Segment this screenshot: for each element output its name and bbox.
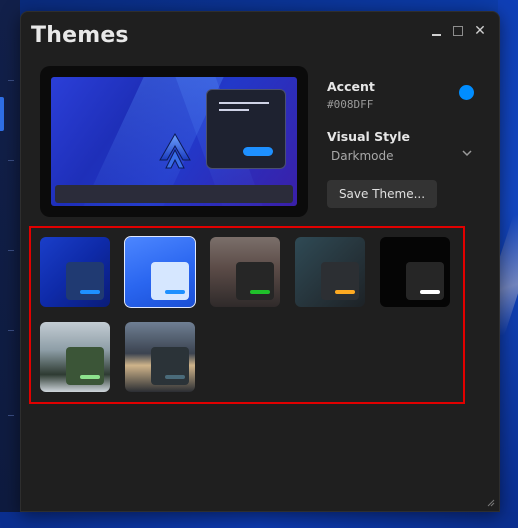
window-controls: ✕ [429, 23, 487, 39]
desktop-left-selection-indicator [0, 97, 4, 131]
theme-card-preview [321, 262, 359, 300]
visual-style-label: Visual Style [327, 129, 411, 144]
preview-desktop [51, 77, 297, 206]
theme-card-preview [151, 347, 189, 385]
theme-accent-pill [80, 290, 100, 294]
theme-accent-pill [420, 290, 440, 294]
maximize-icon [453, 26, 463, 36]
theme-card-preview [66, 347, 104, 385]
close-button[interactable]: ✕ [473, 23, 487, 39]
minimize-button[interactable] [429, 24, 443, 38]
desktop-left-tick [8, 80, 14, 81]
theme-city-canal[interactable] [210, 237, 280, 307]
desktop-bottom-background [0, 512, 518, 528]
desktop-left-tick [8, 330, 14, 331]
theme-preview [40, 66, 308, 217]
maximize-button[interactable] [451, 24, 465, 38]
preview-text-line [219, 102, 269, 104]
theme-card-preview [236, 262, 274, 300]
theme-accent-pill [165, 375, 185, 379]
theme-accent-pill [80, 375, 100, 379]
desktop-left-tick [8, 250, 14, 251]
theme-card-preview [406, 262, 444, 300]
theme-accent-pill [335, 290, 355, 294]
theme-sunset-water[interactable] [125, 322, 195, 392]
desktop-left-tick [8, 415, 14, 416]
preview-mini-window [206, 89, 286, 169]
visual-style-dropdown[interactable]: Darkmode [331, 149, 394, 163]
theme-light-blue[interactable] [124, 236, 196, 308]
themes-window: Themes ✕ Accent #008DFF Visual Style Dar… [20, 11, 500, 512]
theme-accent-pill [165, 290, 185, 294]
desktop-right-background [474, 0, 518, 528]
window-title: Themes [31, 23, 129, 48]
resize-grip-icon[interactable] [487, 499, 495, 507]
theme-blue-waves[interactable] [40, 237, 110, 307]
theme-card-preview [151, 262, 189, 300]
accent-label: Accent [327, 79, 375, 94]
theme-card-preview [66, 262, 104, 300]
chevron-down-icon[interactable] [461, 147, 473, 159]
close-icon: ✕ [474, 23, 486, 39]
preview-logo-chevron-icon [159, 132, 191, 169]
preview-taskbar [55, 185, 293, 203]
theme-snowy-forest[interactable] [40, 322, 110, 392]
preview-accent-pill [243, 147, 273, 156]
accent-hex-value: #008DFF [327, 98, 374, 111]
theme-black[interactable] [380, 237, 450, 307]
desktop-left-panel [0, 0, 20, 528]
theme-dark-teal[interactable] [295, 237, 365, 307]
save-theme-button[interactable]: Save Theme... [327, 180, 437, 208]
minimize-icon [431, 34, 441, 36]
accent-color-swatch[interactable] [459, 85, 474, 100]
preview-text-line [219, 109, 249, 111]
theme-accent-pill [250, 290, 270, 294]
desktop-left-tick [8, 160, 14, 161]
